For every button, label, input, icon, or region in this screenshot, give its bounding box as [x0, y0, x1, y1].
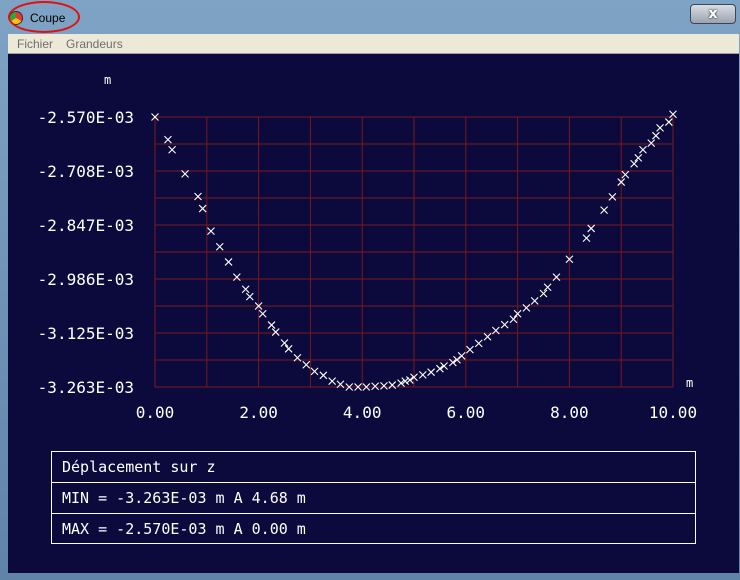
- data-point: [483, 332, 492, 341]
- data-point: [427, 368, 435, 377]
- window: Coupe x Fichier Grandeurs -2.570E-03 -2.7…: [0, 0, 740, 580]
- data-point: [164, 135, 172, 144]
- data-point: [319, 371, 328, 380]
- close-button[interactable]: x: [690, 4, 736, 24]
- highlight-circle: [8, 1, 80, 33]
- status-panel: Déplacement sur z MIN = -3.263E-03 m A 4…: [51, 451, 696, 544]
- data-point: [664, 118, 673, 126]
- y-tick-label: -2.986E-03: [38, 270, 134, 289]
- data-point: [474, 339, 483, 348]
- data-point: [198, 204, 207, 213]
- data-point: [388, 381, 397, 389]
- data-point: [405, 376, 414, 384]
- data-point: [543, 283, 552, 292]
- y-tick-label: -2.708E-03: [38, 162, 134, 181]
- data-point: [241, 285, 250, 294]
- data-point: [634, 154, 643, 162]
- data-point: [245, 292, 254, 301]
- grid: [154, 116, 674, 388]
- data-point: [600, 206, 608, 215]
- data-point: [500, 320, 509, 329]
- title-bar[interactable]: Coupe x: [0, 0, 740, 34]
- data-point: [232, 273, 241, 282]
- data-point: [587, 224, 596, 233]
- status-max: MAX = -2.570E-03 m A 0.00 m: [52, 513, 695, 543]
- data-point: [207, 227, 215, 236]
- data-point: [380, 381, 388, 390]
- data-point: [194, 192, 202, 201]
- data-point: [371, 382, 380, 391]
- x-tick-label: 0.00: [136, 403, 175, 422]
- data-point: [224, 258, 233, 266]
- data-point: [621, 170, 630, 179]
- y-tick-label: -2.847E-03: [38, 216, 134, 235]
- data-point: [630, 159, 639, 168]
- data-point: [302, 360, 311, 369]
- x-tick-labels: 0.00 2.00 4.00 6.00 8.00 10.00: [136, 403, 697, 422]
- data-point: [647, 139, 656, 147]
- plot-area: -2.570E-03 -2.708E-03 -2.847E-03 -2.986E-03…: [8, 54, 739, 573]
- data-point: [168, 145, 176, 154]
- data-point: [522, 304, 531, 312]
- x-tick-label: 8.00: [550, 403, 589, 422]
- status-title: Déplacement sur z: [62, 458, 216, 476]
- y-tick-label: -3.125E-03: [38, 324, 134, 343]
- data-point: [440, 362, 448, 370]
- data-point: [280, 339, 289, 347]
- menu-bar: Fichier Grandeurs: [8, 34, 739, 54]
- data-point: [457, 351, 466, 360]
- status-min: MIN = -3.263E-03 m A 4.68 m: [52, 482, 695, 512]
- data-point: [258, 309, 267, 318]
- x-tick-label: 2.00: [239, 403, 278, 422]
- data-point: [608, 192, 617, 201]
- x-tick-label: 6.00: [447, 403, 486, 422]
- data-point: [539, 289, 548, 298]
- data-point: [656, 124, 664, 132]
- data-point: [284, 344, 293, 353]
- data-point: [310, 367, 319, 376]
- x-tick-label: 4.00: [343, 403, 382, 422]
- y-tick-labels: -2.570E-03 -2.708E-03 -2.847E-03 -2.986E-03…: [38, 108, 134, 397]
- menu-grandeurs[interactable]: Grandeurs: [66, 37, 123, 51]
- x-axis-unit: m: [686, 376, 693, 390]
- y-tick-label: -3.263E-03: [38, 378, 134, 397]
- data-point: [509, 315, 518, 324]
- data-point: [267, 321, 276, 329]
- x-tick-label: 10.00: [649, 403, 697, 422]
- data-point: [466, 345, 474, 354]
- data-point: [582, 234, 591, 243]
- y-tick-label: -2.570E-03: [38, 108, 134, 127]
- data-point: [436, 364, 444, 373]
- y-axis-unit: m: [104, 73, 111, 87]
- data-point: [215, 242, 224, 251]
- data-point: [639, 145, 647, 154]
- data-point: [552, 273, 561, 282]
- data-point: [652, 131, 660, 140]
- menu-fichier[interactable]: Fichier: [17, 37, 53, 51]
- data-point: [328, 377, 337, 386]
- data-point: [530, 297, 539, 305]
- data-point: [271, 328, 280, 336]
- data-point: [418, 371, 427, 379]
